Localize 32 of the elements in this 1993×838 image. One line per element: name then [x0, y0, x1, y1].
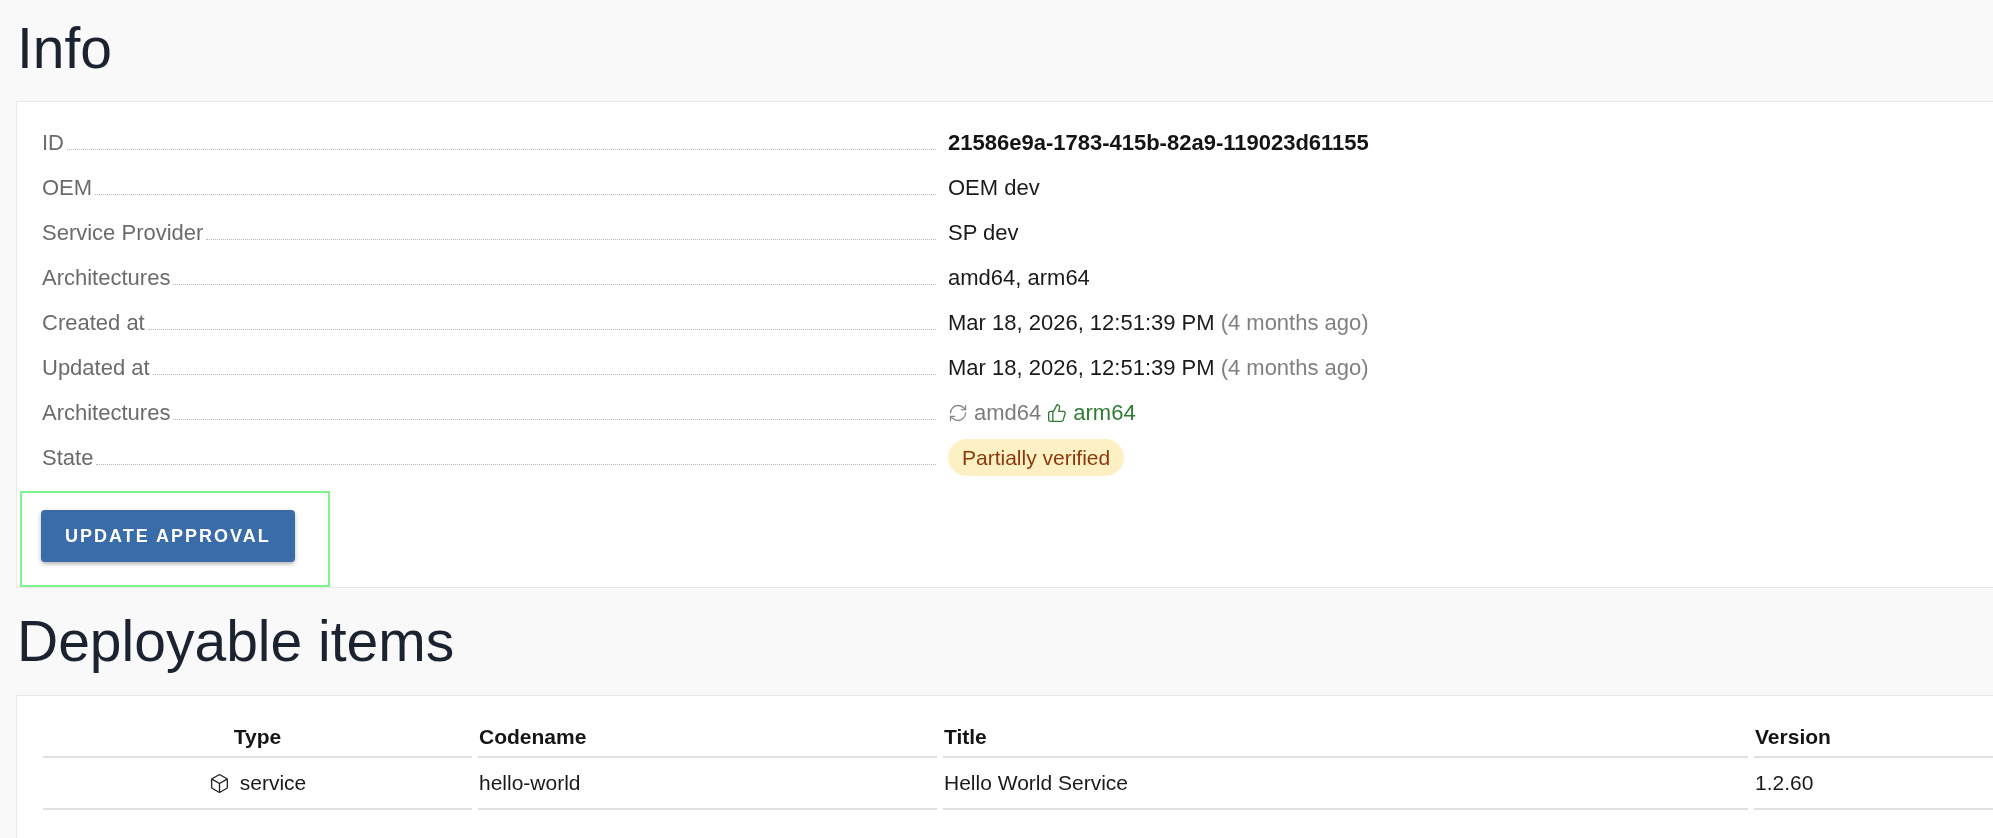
column-header: Version [1755, 726, 1831, 748]
table-cell: service [239, 772, 307, 794]
column-header: Title [944, 726, 987, 748]
thumbs-up-icon [1047, 402, 1068, 423]
field-label: Updated at [42, 354, 150, 382]
cube-icon [208, 772, 230, 794]
column-header: Codename [479, 726, 587, 748]
update-approval-button[interactable]: UPDATE APPROVAL [41, 510, 295, 562]
field-value: amd64, arm64 [948, 264, 1090, 292]
table-cell: Hello World Service [944, 772, 1128, 794]
relative-time: (4 months ago) [1220, 309, 1369, 337]
architecture-label: arm64 [1073, 399, 1136, 427]
field-label: Service Provider [42, 219, 204, 247]
field-value: 21586e9a-1783-415b-82a9-119023d61155 [948, 129, 1369, 157]
section-title: Info [17, 15, 113, 77]
status-badge: Partially verified [948, 438, 1125, 477]
field-value: SP dev [948, 219, 1019, 247]
architecture-label: amd64 [974, 399, 1042, 427]
sync-icon [948, 402, 968, 423]
relative-time: (4 months ago) [1220, 354, 1369, 382]
table-cell: hello-world [479, 772, 581, 794]
field-label: Architectures [42, 399, 171, 427]
field-label: State [42, 444, 94, 472]
field-value: Mar 18, 2026, 12:51:39 PM [948, 354, 1215, 382]
table-cell: 1.2.60 [1755, 772, 1814, 794]
field-value: OEM dev [948, 174, 1040, 202]
field-label: Created at [42, 309, 145, 337]
field-label: OEM [42, 174, 93, 202]
field-label: ID [42, 129, 64, 157]
field-value: Mar 18, 2026, 12:51:39 PM [948, 309, 1215, 337]
column-header: Type [233, 726, 282, 748]
field-label: Architectures [42, 264, 171, 292]
